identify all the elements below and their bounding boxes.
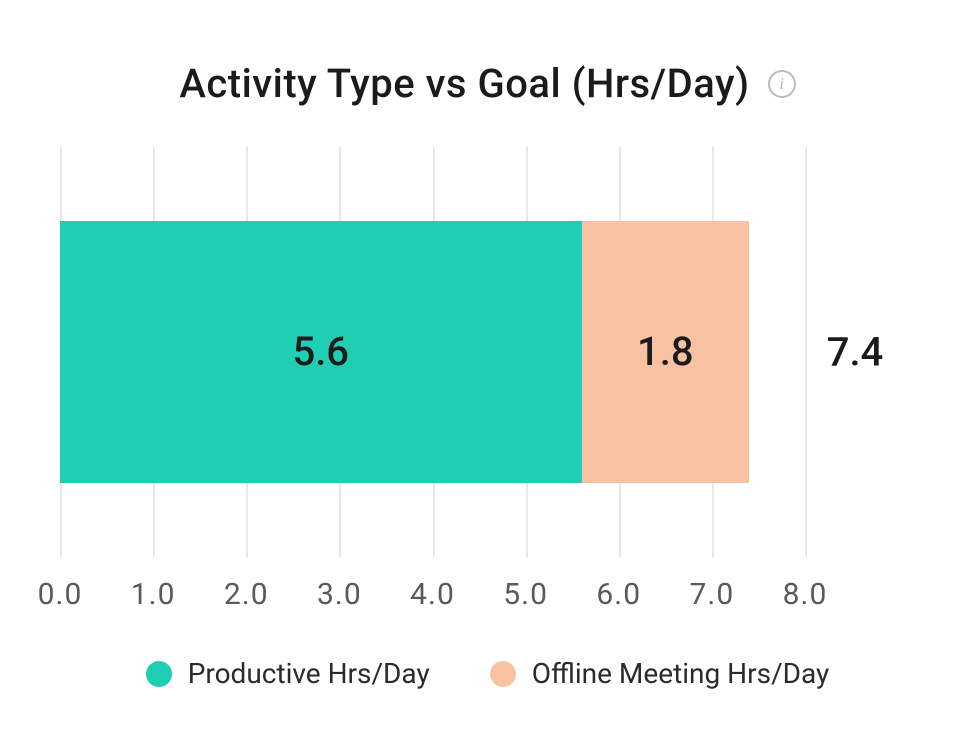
x-tick-label: 6.0: [596, 577, 641, 612]
gridline: [805, 147, 807, 557]
chart-title-row: Activity Type vs Goal (Hrs/Day) i: [40, 60, 935, 107]
total-value-label: 7.4: [815, 329, 895, 376]
x-tick-label: 1.0: [131, 577, 176, 612]
legend-item-offline: Offline Meeting Hrs/Day: [490, 657, 830, 690]
x-tick-label: 5.0: [503, 577, 548, 612]
x-tick-label: 0.0: [38, 577, 83, 612]
x-tick-label: 2.0: [224, 577, 269, 612]
bar-value-label: 5.6: [292, 328, 349, 375]
stacked-bar: 5.6 1.8: [60, 221, 805, 483]
x-tick-label: 4.0: [410, 577, 455, 612]
swatch-offline-icon: [490, 661, 516, 687]
bar-segment-offline: 1.8: [582, 221, 750, 483]
chart-title: Activity Type vs Goal (Hrs/Day): [179, 60, 749, 107]
legend: Productive Hrs/Day Offline Meeting Hrs/D…: [40, 657, 935, 690]
chart-container: Activity Type vs Goal (Hrs/Day) i 5.6 1.8…: [40, 40, 935, 710]
x-tick-label: 8.0: [783, 577, 828, 612]
bar-value-label: 1.8: [637, 328, 694, 375]
x-tick-label: 7.0: [690, 577, 735, 612]
bar-segment-productive: 5.6: [60, 221, 582, 483]
x-tick-label: 3.0: [317, 577, 362, 612]
legend-label-productive: Productive Hrs/Day: [188, 657, 430, 690]
info-icon[interactable]: i: [768, 70, 796, 98]
swatch-productive-icon: [146, 661, 172, 687]
plot-area: 5.6 1.8 7.4: [60, 147, 895, 557]
legend-item-productive: Productive Hrs/Day: [146, 657, 430, 690]
legend-label-offline: Offline Meeting Hrs/Day: [532, 657, 830, 690]
